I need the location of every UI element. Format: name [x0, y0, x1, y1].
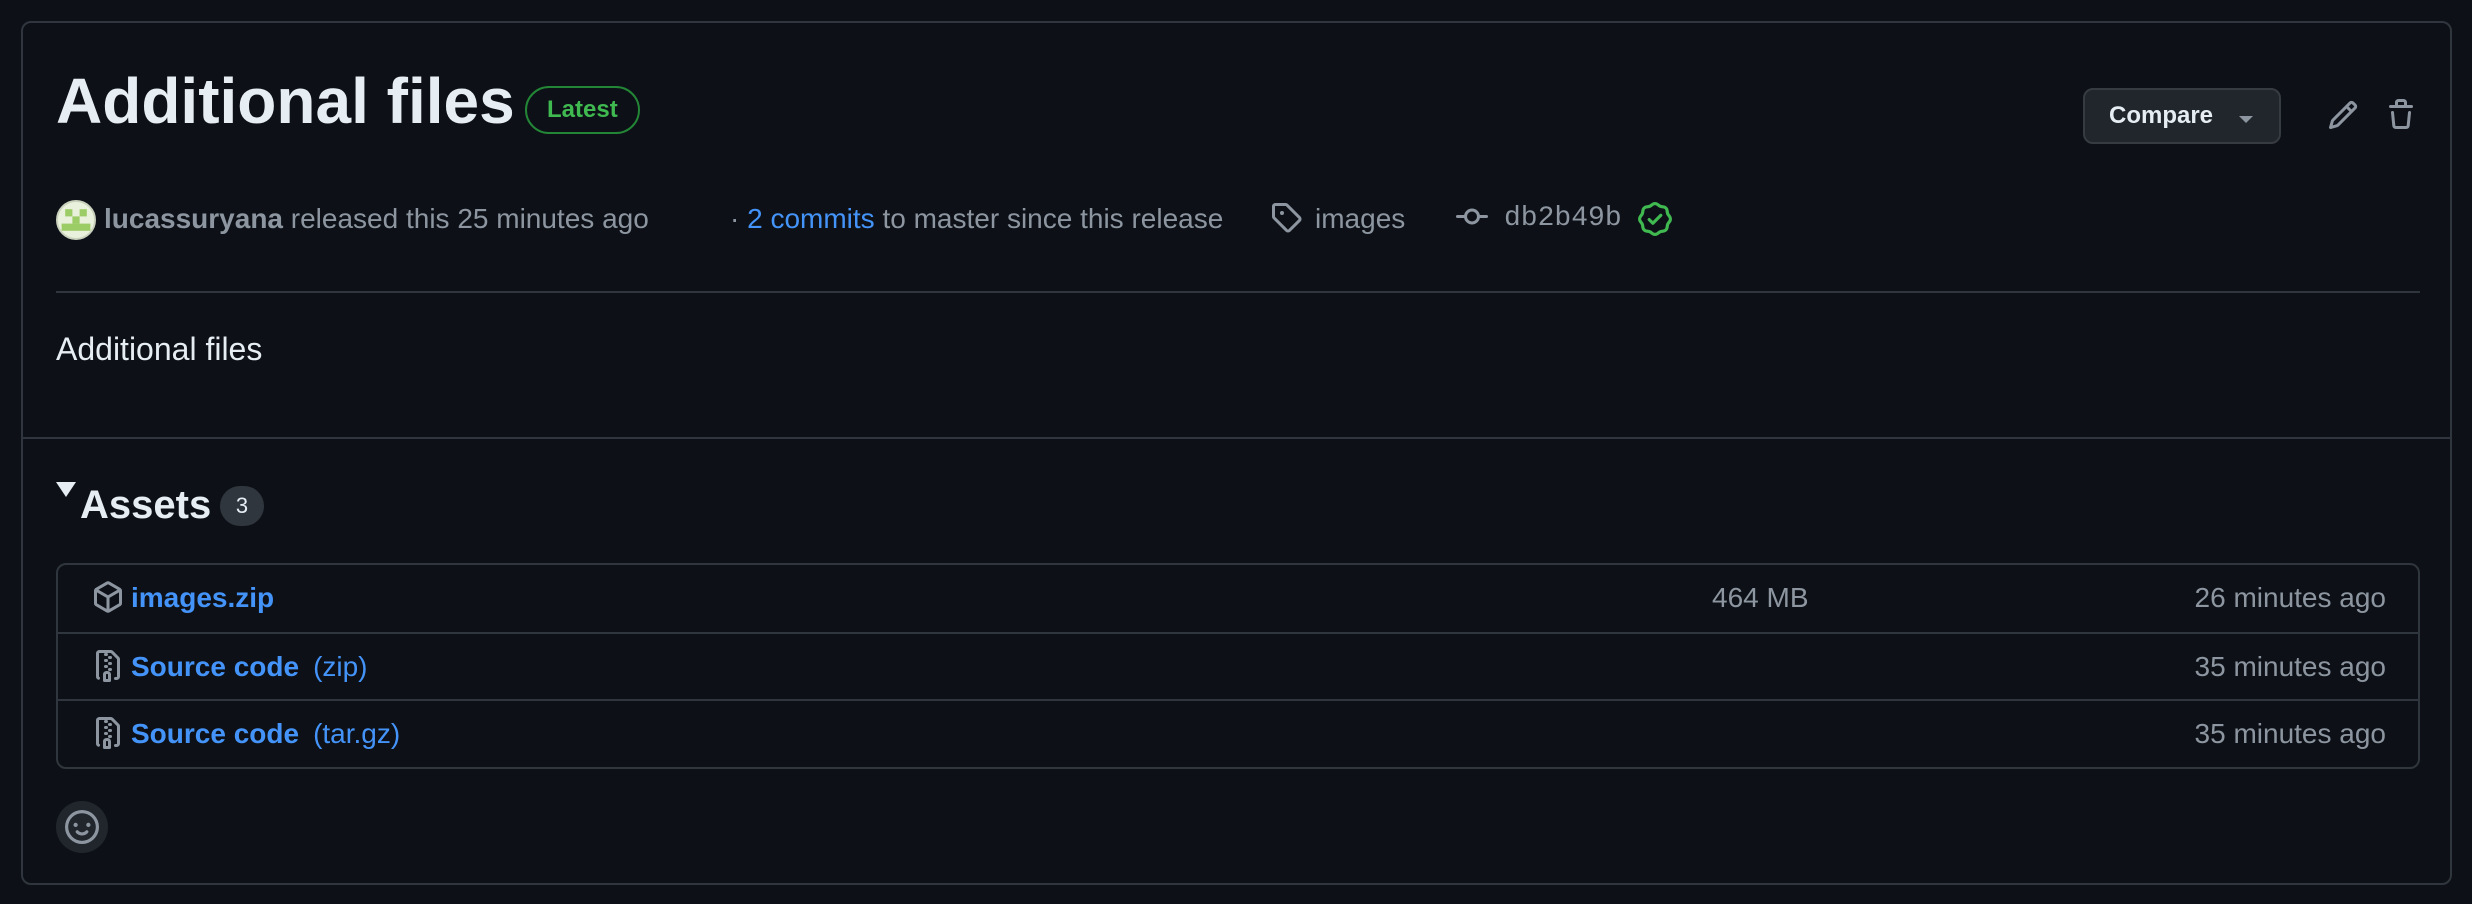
assets-list: images.zip 464 MB 26 minutes ago Source … — [56, 563, 2420, 769]
body-divider — [23, 437, 2450, 439]
commits-link[interactable]: 2 commits — [747, 203, 875, 234]
avatar[interactable] — [56, 200, 96, 240]
release-card: Additional files Latest Compare lucassur… — [21, 21, 2452, 885]
commits-separator: · — [730, 203, 740, 234]
asset-time: 35 minutes ago — [2194, 651, 2386, 682]
assets-count-badge: 3 — [220, 486, 264, 526]
asset-ext[interactable]: (tar.gz) — [313, 718, 400, 749]
release-description: Additional files — [56, 331, 263, 367]
asset-link[interactable]: images.zip — [131, 582, 274, 613]
pencil-icon — [2328, 100, 2358, 130]
compare-button[interactable]: Compare — [2083, 88, 2281, 144]
file-zip-icon — [96, 650, 120, 682]
compare-button-label: Compare — [2109, 102, 2214, 129]
tag-icon — [1272, 203, 1302, 233]
delete-button[interactable] — [2381, 95, 2421, 135]
commits-suffix: to master since this release — [882, 203, 1224, 234]
latest-badge: Latest — [525, 86, 640, 134]
chevron-down-icon — [2239, 116, 2253, 123]
asset-ext[interactable]: (zip) — [313, 651, 367, 682]
asset-link[interactable]: Source code — [131, 718, 299, 749]
tag-link[interactable]: images — [1315, 203, 1405, 235]
package-icon — [94, 581, 122, 613]
smiley-icon — [65, 810, 99, 844]
release-meta: lucassuryana released this 25 minutes ag… — [23, 191, 2450, 241]
add-reaction-button[interactable] — [56, 801, 108, 853]
file-zip-icon — [96, 717, 120, 749]
author-link[interactable]: lucassuryana — [104, 203, 283, 234]
asset-time: 35 minutes ago — [2194, 718, 2386, 749]
identicon-icon — [58, 202, 94, 238]
commit-icon — [1456, 208, 1488, 225]
header-divider — [56, 291, 2420, 293]
asset-link[interactable]: Source code — [131, 651, 299, 682]
list-item: Source code (zip) 35 minutes ago — [58, 632, 2418, 699]
commit-sha-link[interactable]: db2b49b — [1504, 203, 1622, 234]
list-item: images.zip 464 MB 26 minutes ago — [58, 565, 2418, 632]
released-text: released this 25 minutes ago — [290, 203, 649, 234]
release-title: Additional files — [56, 65, 515, 137]
list-item: Source code (tar.gz) 35 minutes ago — [58, 699, 2418, 766]
asset-size: 464 MB — [1712, 582, 1809, 613]
asset-time: 26 minutes ago — [2194, 582, 2386, 613]
edit-button[interactable] — [2323, 95, 2363, 135]
assets-title: Assets — [80, 483, 212, 527]
trash-icon — [2389, 99, 2413, 129]
triangle-down-icon — [56, 482, 76, 497]
verified-icon[interactable] — [1638, 202, 1672, 236]
